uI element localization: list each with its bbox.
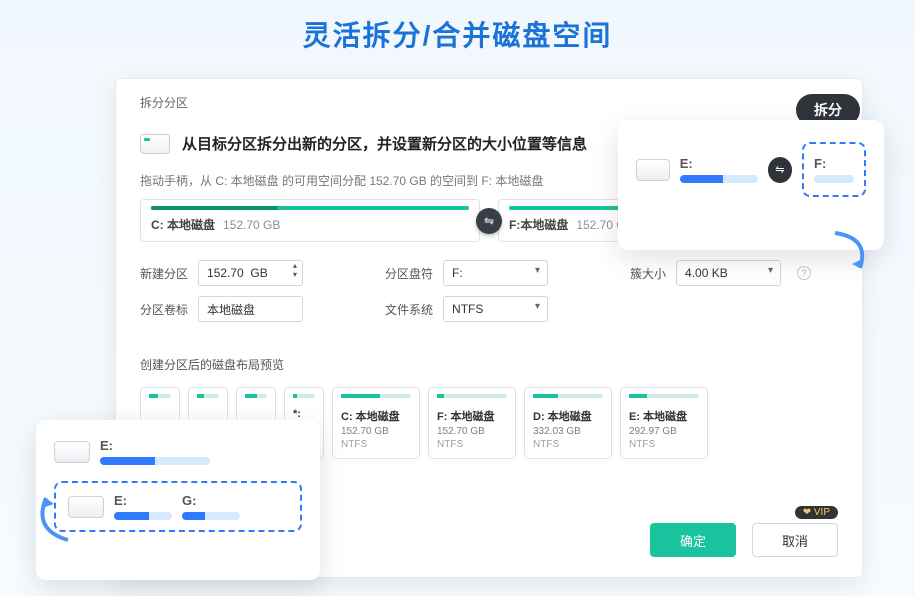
merge-illustration: E: E: G: bbox=[36, 420, 320, 580]
preview-card: E: 本地磁盘 292.97 GB NTFS bbox=[620, 387, 708, 459]
new-partition-label: 新建分区 bbox=[140, 265, 188, 282]
swap-icon: ⇋ bbox=[768, 157, 792, 183]
volume-label-label: 分区卷标 bbox=[140, 301, 188, 318]
vip-badge: ❤ VIP bbox=[795, 506, 838, 519]
preview-card: D: 本地磁盘 332.03 GB NTFS bbox=[524, 387, 612, 459]
drive-e-label: E: bbox=[100, 438, 210, 453]
preview-card: C: 本地磁盘 152.70 GB NTFS bbox=[332, 387, 420, 459]
volume-label-input[interactable] bbox=[198, 296, 303, 322]
page-title: 灵活拆分/合并磁盘空间 bbox=[0, 0, 915, 54]
source-size: 152.70 GB bbox=[223, 218, 280, 232]
split-illustration: E: ⇋ F: bbox=[618, 120, 884, 250]
dialog-title: 拆分分区 bbox=[140, 94, 188, 111]
cancel-button[interactable]: 取消 bbox=[752, 523, 838, 557]
drive-e-label: E: bbox=[114, 493, 172, 508]
new-partition-size-input[interactable] bbox=[198, 260, 303, 286]
help-icon[interactable]: ? bbox=[797, 266, 811, 280]
cluster-size-label: 簇大小 bbox=[630, 265, 666, 282]
cluster-size-select[interactable] bbox=[676, 260, 781, 286]
drive-g-label: G: bbox=[182, 493, 240, 508]
drag-handle-icon[interactable]: ⇋ bbox=[476, 208, 502, 234]
disk-icon bbox=[68, 496, 104, 518]
drive-f-label: F: bbox=[814, 156, 854, 171]
filesystem-label: 文件系统 bbox=[385, 301, 433, 318]
drive-e-label: E: bbox=[680, 156, 758, 171]
preview-card: F: 本地磁盘 152.70 GB NTFS bbox=[428, 387, 516, 459]
disk-icon bbox=[140, 134, 170, 154]
source-partition-bar[interactable]: C: 本地磁盘 152.70 GB bbox=[140, 199, 480, 242]
target-label: F:本地磁盘 bbox=[509, 218, 568, 232]
disk-icon bbox=[54, 441, 90, 463]
source-label: C: 本地磁盘 bbox=[151, 218, 215, 232]
dialog-subtitle: 从目标分区拆分出新的分区，并设置新分区的大小位置等信息 bbox=[182, 133, 587, 154]
ok-button[interactable]: 确定 bbox=[650, 523, 736, 557]
disk-icon bbox=[636, 159, 670, 181]
drive-letter-select[interactable] bbox=[443, 260, 548, 286]
drive-letter-label: 分区盘符 bbox=[385, 265, 433, 282]
filesystem-select[interactable] bbox=[443, 296, 548, 322]
preview-title: 创建分区后的磁盘布局预览 bbox=[140, 356, 838, 373]
